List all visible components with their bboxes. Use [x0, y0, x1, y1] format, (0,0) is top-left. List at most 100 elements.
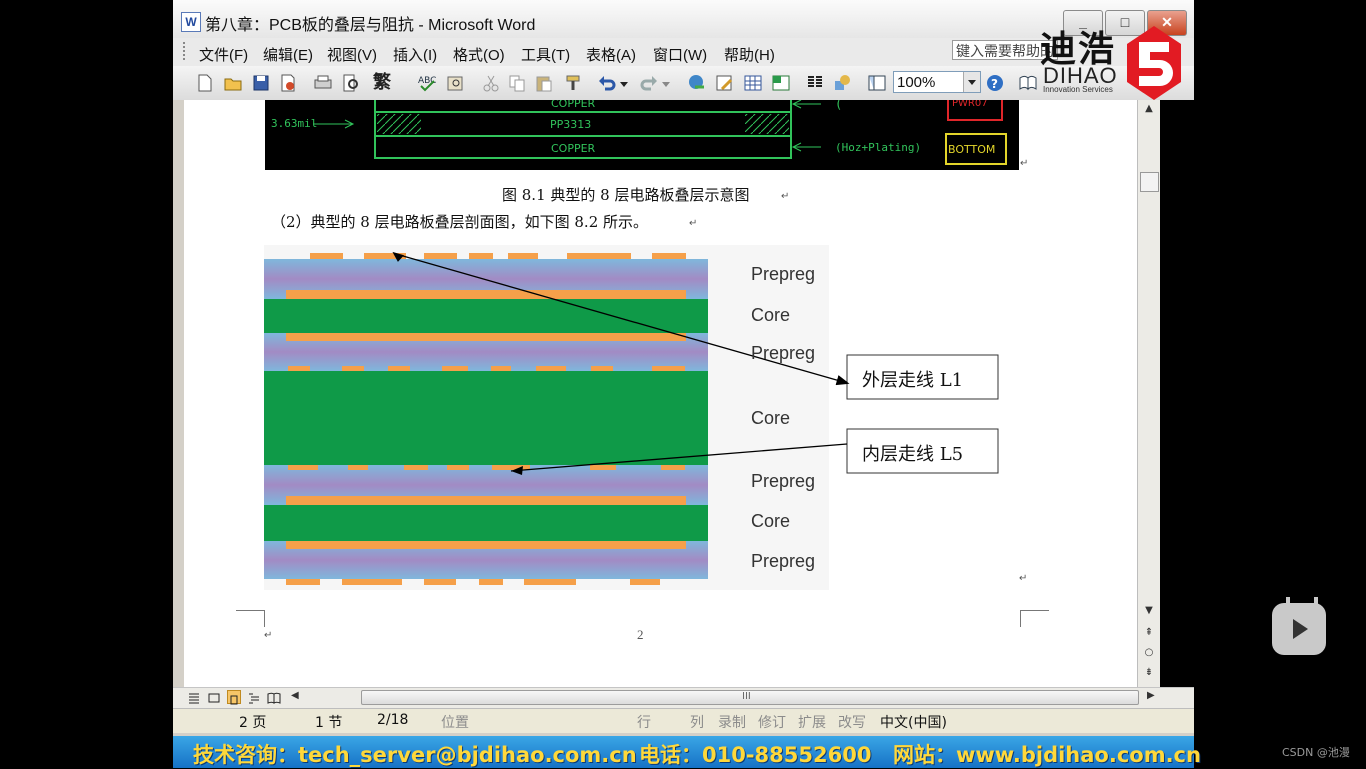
stackup-cross-section-figure [264, 245, 999, 590]
scroll-down-icon[interactable]: ▼ [1138, 605, 1160, 616]
status-line: 行 [637, 715, 651, 731]
cad-right-label: (Hoz+Plating) [835, 141, 922, 154]
open-icon[interactable] [223, 73, 243, 93]
next-page-icon[interactable]: ⇟ [1138, 667, 1160, 678]
read-icon[interactable] [1018, 73, 1038, 93]
cad-row-copper-top: COPPER [551, 100, 596, 110]
scroll-left-icon[interactable]: ◀ [291, 690, 299, 701]
hyperlink-icon[interactable] [687, 73, 707, 93]
menu-table[interactable]: 表格(A) [586, 44, 636, 65]
cad-tag-bottom: BOTTOM [948, 143, 996, 156]
horizontal-scrollbar[interactable]: ◀ III ▶ [173, 687, 1194, 708]
menu-help[interactable]: 帮助(H) [724, 44, 775, 65]
logo-tagline: Innovation Services [1043, 85, 1113, 94]
menu-file[interactable]: 文件(F) [199, 44, 248, 65]
web-layout-view-icon[interactable] [207, 690, 221, 704]
redo-icon[interactable] [639, 73, 659, 93]
status-language: 中文(中国) [880, 715, 947, 731]
scroll-up-icon[interactable]: ▲ [1138, 103, 1160, 114]
copy-icon[interactable] [507, 73, 527, 93]
select-browse-object-icon[interactable]: ○ [1138, 647, 1160, 658]
horizontal-scroll-thumb[interactable]: III [361, 690, 1139, 705]
cad-right-label-top: ( [835, 100, 843, 111]
document-page[interactable]: 3.63mil COPPER PP3313 COPPER ( (Hoz+Plat… [184, 100, 1137, 687]
paragraph-mark: ↵ [1020, 158, 1029, 169]
menu-window[interactable]: 窗口(W) [653, 44, 707, 65]
layer-label-prepreg-1: Prepreg [751, 264, 816, 284]
status-position: 位置 [441, 715, 469, 731]
cad-row-prepreg: PP3313 [550, 118, 592, 131]
tables-borders-icon[interactable] [714, 73, 734, 93]
drawing-icon[interactable] [832, 73, 852, 93]
vertical-scroll-thumb[interactable] [1140, 172, 1159, 192]
layer-label-core-1: Core [751, 305, 791, 325]
zoom-select[interactable]: 100% [893, 71, 981, 93]
zoom-value: 100% [897, 74, 936, 91]
menu-edit[interactable]: 编辑(E) [263, 44, 313, 65]
undo-dropdown-icon[interactable] [619, 73, 629, 93]
right-black-strip [1160, 100, 1194, 687]
cut-icon[interactable] [481, 73, 501, 93]
callout-outer-layer: 外层走线 L1 [862, 370, 964, 391]
svg-text:?: ? [991, 77, 998, 91]
menu-tools[interactable]: 工具(T) [521, 44, 570, 65]
status-bar: 2 页 1 节 2/18 位置 行 列 录制 修订 扩展 改写 中文(中国) [173, 708, 1194, 733]
cad-tag-pwr: PWR07 [952, 100, 988, 109]
status-record[interactable]: 录制 [718, 712, 746, 732]
menu-insert[interactable]: 插入(I) [393, 44, 437, 65]
insert-table-icon[interactable] [743, 73, 763, 93]
menu-view[interactable]: 视图(V) [327, 44, 377, 65]
reading-layout-view-icon[interactable] [267, 690, 281, 704]
window-title: 第八章：PCB板的叠层与阻抗 - Microsoft Word [205, 17, 536, 34]
print-preview-icon[interactable] [341, 73, 361, 93]
vertical-scrollbar[interactable]: ▲ ▼ ⇞ ○ ⇟ [1137, 100, 1160, 687]
save-icon[interactable] [251, 73, 271, 93]
traditional-chinese-icon[interactable]: 繁 [373, 73, 403, 93]
menu-format[interactable]: 格式(O) [453, 44, 505, 65]
columns-icon[interactable] [805, 73, 825, 93]
scroll-grip-icon: III [742, 691, 751, 702]
left-margin-strip [173, 100, 184, 687]
banner-tech-support: 技术咨询：tech_server@bjdihao.com.cn [193, 743, 637, 767]
normal-view-icon[interactable] [187, 690, 201, 704]
chevron-down-icon[interactable] [963, 72, 980, 92]
undo-icon[interactable] [597, 73, 617, 93]
document-area: 3.63mil COPPER PP3313 COPPER ( (Hoz+Plat… [173, 100, 1194, 687]
print-icon[interactable] [313, 73, 333, 93]
insert-excel-icon[interactable] [771, 73, 791, 93]
new-icon[interactable] [195, 73, 215, 93]
permission-icon[interactable] [278, 73, 298, 93]
status-extend[interactable]: 扩展 [798, 712, 826, 732]
paste-icon[interactable] [534, 73, 554, 93]
layer-label-prepreg-2: Prepreg [751, 343, 816, 363]
paragraph-mark: ↵ [781, 191, 790, 202]
status-track-changes[interactable]: 修订 [758, 712, 786, 732]
logo-emblem-icon [1127, 26, 1181, 100]
document-map-icon[interactable] [867, 73, 887, 93]
status-page-of: 2/18 [377, 712, 409, 728]
play-button-icon[interactable] [1272, 603, 1326, 655]
body-paragraph: （2）典型的 8 层电路板叠层剖面图，如下图 8.2 所示。 [271, 213, 649, 231]
status-overtype[interactable]: 改写 [838, 712, 866, 732]
research-icon[interactable] [445, 73, 465, 93]
status-section: 1 节 [315, 715, 343, 731]
banner-website: 网站：www.bjdihao.com.cn [893, 743, 1201, 767]
scroll-right-icon[interactable]: ▶ [1147, 690, 1155, 701]
format-painter-icon[interactable] [563, 73, 583, 93]
paragraph-mark: ↵ [1019, 573, 1028, 584]
banner-phone: 电话：010-88552600 [639, 743, 872, 767]
previous-page-icon[interactable]: ⇞ [1138, 627, 1160, 638]
margin-corner [1020, 610, 1049, 627]
layer-label-prepreg-4: Prepreg [751, 551, 816, 571]
word-doc-icon[interactable]: W [181, 12, 201, 32]
figure-caption: 图 8.1 典型的 8 层电路板叠层示意图 [502, 186, 750, 204]
redo-dropdown-icon[interactable] [661, 73, 671, 93]
paragraph-mark: ↵ [264, 630, 273, 641]
spelling-icon[interactable]: ABC [417, 73, 437, 93]
contact-banner: 技术咨询：tech_server@bjdihao.com.cn 电话：010-8… [173, 736, 1201, 768]
help-icon[interactable]: ? [985, 73, 1005, 93]
print-layout-view-icon[interactable] [227, 690, 241, 705]
menu-grip[interactable] [183, 42, 188, 60]
outline-view-icon[interactable] [247, 690, 261, 704]
watermark: CSDN @池漫 [1282, 746, 1350, 759]
